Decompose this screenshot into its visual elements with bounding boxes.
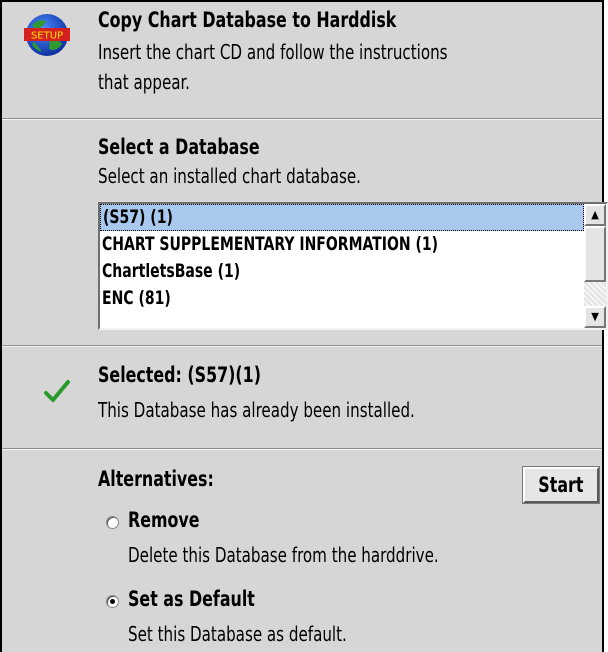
- section-divider: [2, 345, 602, 347]
- select-section-title: Select a Database: [98, 135, 260, 159]
- alternatives-title: Alternatives:: [98, 467, 214, 491]
- scroll-down-button[interactable]: ▼: [584, 306, 606, 328]
- remove-radio[interactable]: [106, 516, 119, 529]
- svg-text:SETUP: SETUP: [31, 31, 63, 42]
- checkmark-icon: [42, 376, 72, 406]
- database-list-item[interactable]: ENC (81): [100, 285, 584, 312]
- scroll-thumb[interactable]: [584, 226, 606, 282]
- section-divider: [2, 118, 602, 120]
- database-list-item[interactable]: ChartletsBase (1): [100, 258, 584, 285]
- database-list-item[interactable]: CHART SUPPLEMENTARY INFORMATION (1): [100, 231, 584, 258]
- copy-instructions-line1: Insert the chart CD and follow the instr…: [98, 40, 448, 64]
- copy-instructions-line2: that appear.: [98, 70, 190, 94]
- set-default-option-label[interactable]: Set as Default: [128, 587, 255, 611]
- remove-option-label[interactable]: Remove: [128, 508, 200, 532]
- radio-selected-dot: [110, 599, 115, 604]
- chart-database-panel: SETUP Copy Chart Database to Harddisk In…: [0, 0, 608, 652]
- selected-database-message: This Database has already been installed…: [98, 398, 415, 422]
- scroll-up-button[interactable]: ▲: [584, 204, 606, 226]
- select-section-subtitle: Select an installed chart database.: [98, 164, 361, 188]
- remove-option-description: Delete this Database from the harddrive.: [128, 543, 439, 567]
- setup-globe-icon: SETUP: [24, 12, 70, 58]
- set-default-option-description: Set this Database as default.: [128, 622, 347, 646]
- database-list: (S57) (1) CHART SUPPLEMENTARY INFORMATIO…: [100, 204, 584, 312]
- database-listbox[interactable]: (S57) (1) CHART SUPPLEMENTARY INFORMATIO…: [98, 202, 608, 330]
- selected-database-title: Selected: (S57)(1): [98, 363, 261, 387]
- set-default-radio[interactable]: [106, 595, 119, 608]
- copy-section-title: Copy Chart Database to Harddisk: [98, 8, 397, 32]
- listbox-scrollbar[interactable]: ▲ ▼: [584, 204, 606, 328]
- start-button[interactable]: Start: [522, 466, 600, 504]
- section-divider: [2, 448, 602, 450]
- database-list-item[interactable]: (S57) (1): [100, 204, 584, 231]
